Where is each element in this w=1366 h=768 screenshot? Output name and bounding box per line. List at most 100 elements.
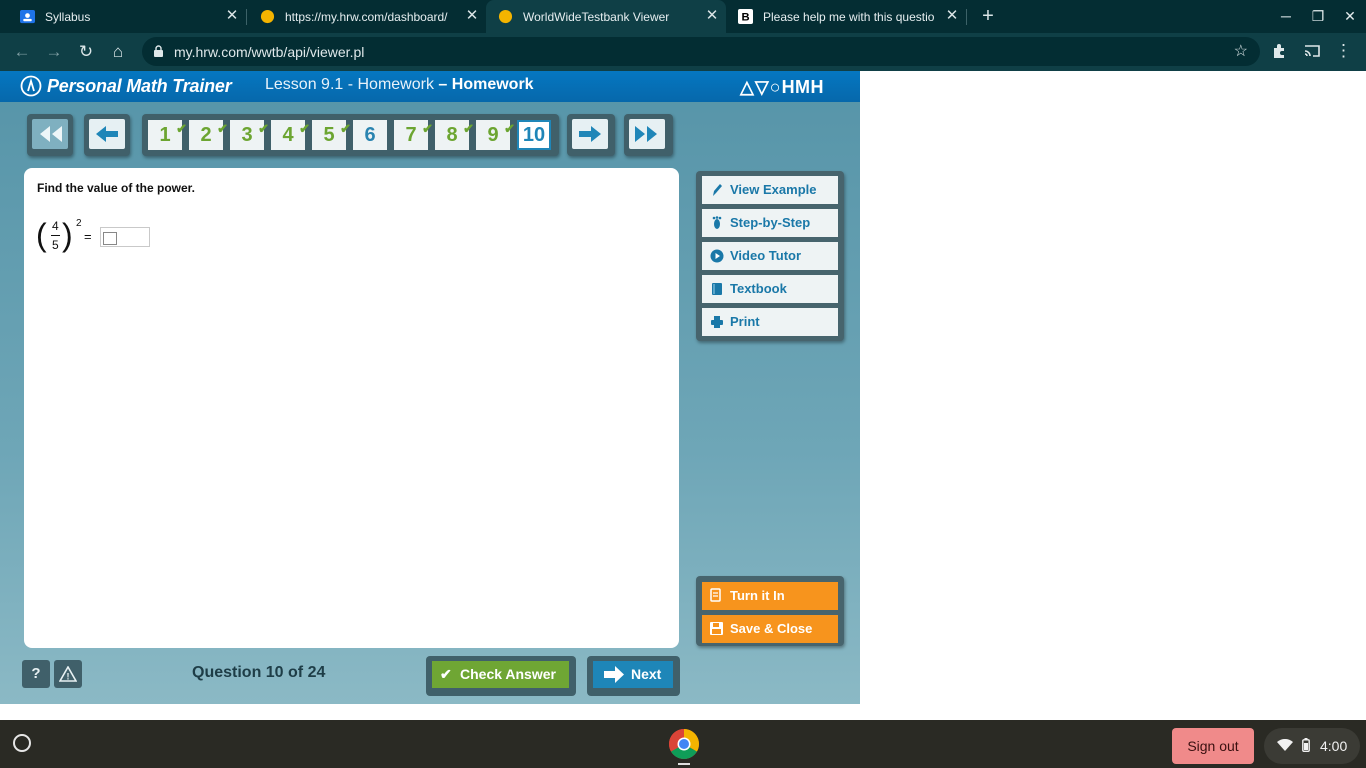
question-number: 9 bbox=[487, 124, 499, 146]
view-example-button[interactable]: View Example bbox=[702, 176, 838, 204]
next-question-arrow-button[interactable] bbox=[567, 114, 615, 156]
left-arrow-icon bbox=[96, 126, 118, 142]
home-button[interactable]: ⌂ bbox=[107, 41, 129, 63]
question-button-5[interactable]: 5 ✔ bbox=[312, 120, 351, 150]
report-problem-button[interactable]: ! bbox=[54, 660, 82, 688]
previous-question-control[interactable] bbox=[89, 119, 125, 149]
tab-title: Syllabus bbox=[45, 9, 91, 24]
lesson-title: Lesson 9.1 - Homework – Homework bbox=[265, 76, 534, 94]
close-icon[interactable]: ✕ bbox=[464, 8, 480, 24]
minimize-button[interactable]: ─ bbox=[1276, 6, 1296, 26]
tab-syllabus[interactable]: Syllabus ✕ bbox=[0, 0, 246, 33]
close-icon[interactable]: ✕ bbox=[944, 8, 960, 24]
close-icon[interactable]: ✕ bbox=[704, 8, 720, 24]
save-disk-icon bbox=[710, 622, 723, 635]
printer-icon bbox=[711, 316, 723, 328]
step-by-step-button[interactable]: Step-by-Step bbox=[702, 209, 838, 237]
warning-icon: ! bbox=[58, 665, 78, 682]
turn-it-in-button[interactable]: Turn it In bbox=[702, 582, 838, 610]
chrome-icon[interactable] bbox=[668, 728, 700, 760]
cast-icon[interactable] bbox=[1303, 43, 1321, 59]
next-question-control[interactable] bbox=[572, 119, 608, 149]
answer-input[interactable] bbox=[100, 227, 150, 247]
right-arrow-icon bbox=[579, 126, 601, 142]
question-number: 1 bbox=[159, 124, 171, 146]
svg-text:!: ! bbox=[67, 672, 70, 682]
last-question-button[interactable] bbox=[624, 114, 673, 156]
lesson-type: – Homework bbox=[438, 76, 534, 93]
help-button[interactable]: ? bbox=[22, 660, 50, 688]
back-button[interactable]: ← bbox=[11, 41, 33, 63]
reload-button[interactable]: ↻ bbox=[75, 41, 97, 63]
menu-kebab-icon[interactable]: ⋮ bbox=[1335, 41, 1352, 61]
pencil-icon bbox=[713, 184, 722, 196]
forward-button[interactable]: → bbox=[43, 41, 65, 63]
completed-check-icon: ✔ bbox=[340, 121, 351, 136]
svg-text:B: B bbox=[741, 12, 749, 24]
pmt-logo-icon bbox=[20, 75, 42, 97]
save-close-button[interactable]: Save & Close bbox=[702, 615, 838, 643]
button-label: Textbook bbox=[730, 281, 787, 296]
question-button-2[interactable]: 2 ✔ bbox=[189, 120, 228, 150]
classroom-icon bbox=[20, 9, 35, 24]
question-prompt: Find the value of the power. bbox=[37, 181, 196, 195]
lesson-name: Lesson 9.1 - Homework bbox=[265, 76, 434, 93]
star-icon[interactable]: ☆ bbox=[1234, 41, 1248, 61]
question-number: 10 bbox=[522, 124, 546, 146]
question-number: 5 bbox=[323, 124, 335, 146]
hmh-logo: △▽○HMH bbox=[740, 77, 824, 98]
next-button[interactable]: Next bbox=[593, 661, 673, 688]
question-button-1[interactable]: 1 ✔ bbox=[148, 120, 187, 150]
question-number: 7 bbox=[405, 124, 417, 146]
math-expression: ( 4 5 ) 2 = bbox=[36, 215, 156, 259]
question-button-4[interactable]: 4 ✔ bbox=[271, 120, 310, 150]
answer-placeholder-box bbox=[103, 232, 117, 245]
new-tab-button[interactable]: + bbox=[978, 5, 998, 27]
question-button-8[interactable]: 8 ✔ bbox=[435, 120, 474, 150]
tab-viewer[interactable]: WorldWideTestbank Viewer ✕ bbox=[486, 0, 726, 33]
completed-check-icon: ✔ bbox=[504, 121, 515, 136]
textbook-button[interactable]: Textbook bbox=[702, 275, 838, 303]
url-text: my.hrw.com/wwtb/api/viewer.pl bbox=[174, 44, 365, 60]
question-button-7[interactable]: 7 ✔ bbox=[394, 120, 433, 150]
document-icon bbox=[710, 588, 721, 602]
question-button-3[interactable]: 3 ✔ bbox=[230, 120, 269, 150]
last-question-control[interactable] bbox=[629, 119, 665, 149]
check-answer-button[interactable]: ✔ Check Answer bbox=[432, 661, 569, 688]
equals-sign: = bbox=[84, 229, 92, 244]
sign-out-button[interactable]: Sign out bbox=[1172, 728, 1254, 764]
print-button[interactable]: Print bbox=[702, 308, 838, 336]
tab-title: WorldWideTestbank Viewer bbox=[523, 9, 670, 24]
double-right-arrow-icon bbox=[635, 126, 657, 142]
extensions-icon[interactable] bbox=[1271, 43, 1288, 60]
question-number: 3 bbox=[241, 124, 253, 146]
clock: 4:00 bbox=[1320, 738, 1348, 754]
button-label: View Example bbox=[730, 182, 817, 197]
close-window-button[interactable]: ✕ bbox=[1340, 6, 1360, 26]
denominator: 5 bbox=[52, 238, 59, 252]
address-bar[interactable]: my.hrw.com/wwtb/api/viewer.pl ☆ bbox=[142, 37, 1260, 66]
brainly-favicon: B bbox=[738, 9, 753, 24]
lock-icon bbox=[154, 45, 163, 57]
first-question-control[interactable] bbox=[32, 119, 68, 149]
completed-check-icon: ✔ bbox=[299, 121, 310, 136]
question-button-10[interactable]: 10 bbox=[517, 120, 551, 150]
restore-button[interactable]: ❐ bbox=[1308, 6, 1328, 26]
battery-icon bbox=[1302, 738, 1310, 752]
question-button-9[interactable]: 9 ✔ bbox=[476, 120, 515, 150]
first-question-button[interactable] bbox=[27, 114, 73, 156]
completed-check-icon: ✔ bbox=[463, 121, 474, 136]
tab-dashboard[interactable]: https://my.hrw.com/dashboard/ ✕ bbox=[240, 0, 486, 33]
close-icon[interactable]: ✕ bbox=[224, 8, 240, 24]
tab-separator bbox=[966, 9, 967, 25]
hmh-triangle-icon: △▽○ bbox=[740, 77, 782, 97]
tab-brainly[interactable]: B Please help me with this questio ✕ bbox=[726, 0, 966, 33]
completed-check-icon: ✔ bbox=[217, 121, 228, 136]
previous-question-button[interactable] bbox=[84, 114, 130, 156]
question-button-6[interactable]: 6 bbox=[353, 120, 387, 150]
video-tutor-button[interactable]: Video Tutor bbox=[702, 242, 838, 270]
question-counter: Question 10 of 24 bbox=[192, 664, 326, 681]
launcher-button[interactable] bbox=[13, 734, 31, 752]
browser-toolbar: ← → ↻ ⌂ my.hrw.com/wwtb/api/viewer.pl ☆ … bbox=[0, 33, 1366, 71]
hmh-favicon bbox=[498, 9, 513, 24]
